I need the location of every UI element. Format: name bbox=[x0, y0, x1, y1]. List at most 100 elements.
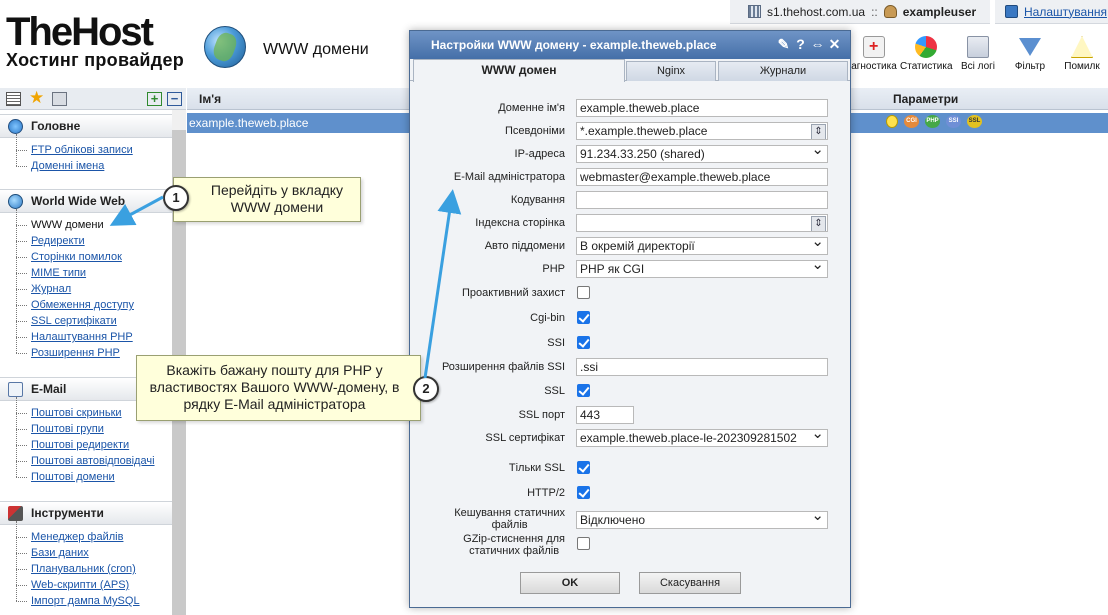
sidebar-items: FTP облікові записи Доменні імена bbox=[0, 134, 172, 184]
label-gzip-line2: статичних файлів bbox=[469, 545, 560, 557]
sidebar-section-header[interactable]: Головне bbox=[0, 114, 172, 138]
expand-all-icon[interactable]: + bbox=[147, 92, 162, 106]
help-question-icon[interactable]: ? bbox=[793, 35, 808, 53]
bulb-icon bbox=[886, 115, 898, 128]
logs-icon bbox=[967, 36, 989, 58]
ssl-checkbox[interactable] bbox=[577, 384, 590, 397]
toolbar-statistics[interactable]: Статистика bbox=[900, 36, 953, 72]
toolbar-label: Фільтр bbox=[1014, 61, 1046, 72]
favorites-icon[interactable]: ★ bbox=[29, 88, 44, 107]
sidebar-item-mail-redirects[interactable]: Поштові редиректи bbox=[16, 429, 172, 453]
ssl-port-input[interactable]: 443 bbox=[576, 406, 634, 424]
sidebar-section-header[interactable]: Інструменти bbox=[0, 501, 172, 525]
pin-icon[interactable]: ✎ bbox=[776, 35, 791, 53]
sidebar-item-ssl-certs[interactable]: SSL сертифікати bbox=[16, 305, 172, 329]
sidebar-item-domains[interactable]: Доменні імена bbox=[16, 150, 172, 174]
server-user-bar: s1.thehost.com.ua :: exampleuser bbox=[730, 0, 990, 24]
column-header-params[interactable]: Параметри bbox=[893, 92, 958, 106]
sidebar-item-databases[interactable]: Бази даних bbox=[16, 537, 172, 561]
label-cache-line1: Кешування статичних bbox=[454, 507, 565, 519]
globe-icon bbox=[204, 26, 246, 68]
label-gzip: GZip-стиснення для статичних файлів bbox=[463, 533, 565, 557]
sidebar-item-cron[interactable]: Планувальник (cron) bbox=[16, 553, 172, 577]
label-domain: Доменне ім'я bbox=[498, 102, 565, 114]
label-ssl-cert: SSL сертифікат bbox=[485, 432, 565, 444]
logo-sub-text: Хостинг провайдер bbox=[6, 50, 185, 70]
sidebar-item-mime-types[interactable]: MIME типи bbox=[16, 257, 172, 281]
sidebar-item-error-pages[interactable]: Сторінки помилок bbox=[16, 241, 172, 265]
toolbar-label: Статистика bbox=[900, 61, 953, 72]
toolbar-label: Всі логі bbox=[960, 61, 996, 72]
encoding-input[interactable] bbox=[576, 191, 828, 209]
ip-select[interactable]: 91.234.33.250 (shared) bbox=[576, 145, 828, 163]
sidebar-item-redirects[interactable]: Редиректи bbox=[16, 225, 172, 249]
sidebar-item-autoresponders[interactable]: Поштові автовідповідачі bbox=[16, 445, 172, 469]
row-param-icons: CGI PHP SSI SSL bbox=[886, 115, 988, 128]
cache-select[interactable]: Відключено bbox=[576, 511, 828, 529]
toolbar-filter[interactable]: Фільтр bbox=[1004, 36, 1056, 72]
aliases-input[interactable]: *.example.theweb.place bbox=[576, 122, 828, 140]
sidebar-item-php-settings[interactable]: Налаштування PHP bbox=[16, 321, 172, 345]
sidebar-item-web-scripts[interactable]: Web-скрипти (APS) bbox=[16, 569, 172, 593]
cancel-button[interactable]: Скасування bbox=[639, 572, 741, 594]
toolbar-diagnostics[interactable]: агностика bbox=[848, 36, 900, 72]
section-title: E-Mail bbox=[31, 382, 67, 396]
cgibin-checkbox[interactable] bbox=[577, 311, 590, 324]
sidebar-item-mail-domains[interactable]: Поштові домени bbox=[16, 461, 172, 485]
resize-icon[interactable]: ⇔ bbox=[810, 35, 825, 53]
server-name: s1.thehost.com.ua bbox=[767, 4, 866, 19]
ssl-badge: SSL bbox=[967, 115, 982, 128]
admin-email-input[interactable]: webmaster@example.theweb.place bbox=[576, 168, 828, 186]
row-domain-name: example.theweb.place bbox=[189, 116, 309, 130]
sidebar-item-file-manager[interactable]: Менеджер файлів bbox=[16, 521, 172, 545]
sidebar-item-ftp[interactable]: FTP облікові записи bbox=[16, 134, 172, 158]
settings-link[interactable]: Налаштування bbox=[1024, 5, 1107, 19]
collapse-all-icon[interactable]: − bbox=[167, 92, 182, 106]
mail-icon bbox=[8, 381, 23, 397]
tab-nginx[interactable]: Nginx bbox=[626, 61, 716, 81]
callout-step-2: Вкажіть бажану пошту для PHP у властивос… bbox=[136, 355, 421, 421]
label-ssi-ext: Розширення файлів SSI bbox=[441, 361, 565, 373]
thehost-logo: TheHost Хостинг провайдер bbox=[6, 12, 186, 70]
sidebar-section-main: Головне FTP облікові записи Доменні імен… bbox=[0, 114, 172, 184]
autosub-select[interactable]: В окремій директорії bbox=[576, 237, 828, 255]
label-proactive: Проактивний захист bbox=[462, 287, 565, 299]
proactive-checkbox[interactable] bbox=[577, 286, 590, 299]
username: exampleuser bbox=[902, 4, 977, 19]
label-ip: IP-адреса bbox=[514, 148, 565, 160]
sidebar-section-header[interactable]: World Wide Web bbox=[0, 189, 172, 213]
ssi-ext-input[interactable]: .ssi bbox=[576, 358, 828, 376]
user-icon bbox=[883, 5, 897, 18]
column-header-name[interactable]: Ім'я bbox=[199, 92, 221, 106]
toolbar-help[interactable]: Помилк bbox=[1056, 36, 1108, 72]
sidebar-item-mysql-import[interactable]: Імпорт дампа MySQL bbox=[16, 585, 172, 609]
close-icon[interactable]: ✕ bbox=[827, 35, 842, 53]
settings-bar: Налаштування bbox=[995, 0, 1108, 24]
index-page-input[interactable] bbox=[576, 214, 828, 232]
ssl-only-checkbox[interactable] bbox=[577, 461, 590, 474]
briefcase-icon[interactable] bbox=[52, 92, 67, 106]
php-select[interactable]: PHP як CGI bbox=[576, 260, 828, 278]
tab-logs[interactable]: Журнали bbox=[718, 61, 848, 81]
section-title: Головне bbox=[31, 119, 81, 133]
list-view-icon[interactable] bbox=[6, 92, 21, 106]
domain-input[interactable]: example.theweb.place bbox=[576, 99, 828, 117]
sidebar-section-tools: Інструменти Менеджер файлів Бази даних П… bbox=[0, 501, 172, 615]
label-encoding: Кодування bbox=[510, 194, 565, 206]
ssi-checkbox[interactable] bbox=[577, 336, 590, 349]
dialog-titlebar[interactable]: Настройки WWW домену - example.theweb.pl… bbox=[410, 31, 850, 59]
label-ssi: SSI bbox=[547, 337, 565, 349]
label-cache: Кешування статичних файлів bbox=[454, 507, 565, 531]
sidebar-item-log[interactable]: Журнал bbox=[16, 273, 172, 297]
ok-button[interactable]: OK bbox=[520, 572, 620, 594]
server-icon bbox=[748, 5, 761, 18]
step-1-badge: 1 bbox=[163, 185, 189, 211]
tab-www-domain[interactable]: WWW домен bbox=[413, 59, 625, 82]
toolbar-all-logs[interactable]: Всі логі bbox=[952, 36, 1004, 72]
sidebar-item-access-limits[interactable]: Обмеження доступу bbox=[16, 289, 172, 313]
sidebar-item-mail-groups[interactable]: Поштові групи bbox=[16, 413, 172, 437]
gzip-checkbox[interactable] bbox=[577, 537, 590, 550]
ssl-cert-select[interactable]: example.theweb.place-le-202309281502 bbox=[576, 429, 828, 447]
http2-checkbox[interactable] bbox=[577, 486, 590, 499]
sidebar-item-www-domains[interactable]: WWW домени bbox=[16, 209, 172, 233]
